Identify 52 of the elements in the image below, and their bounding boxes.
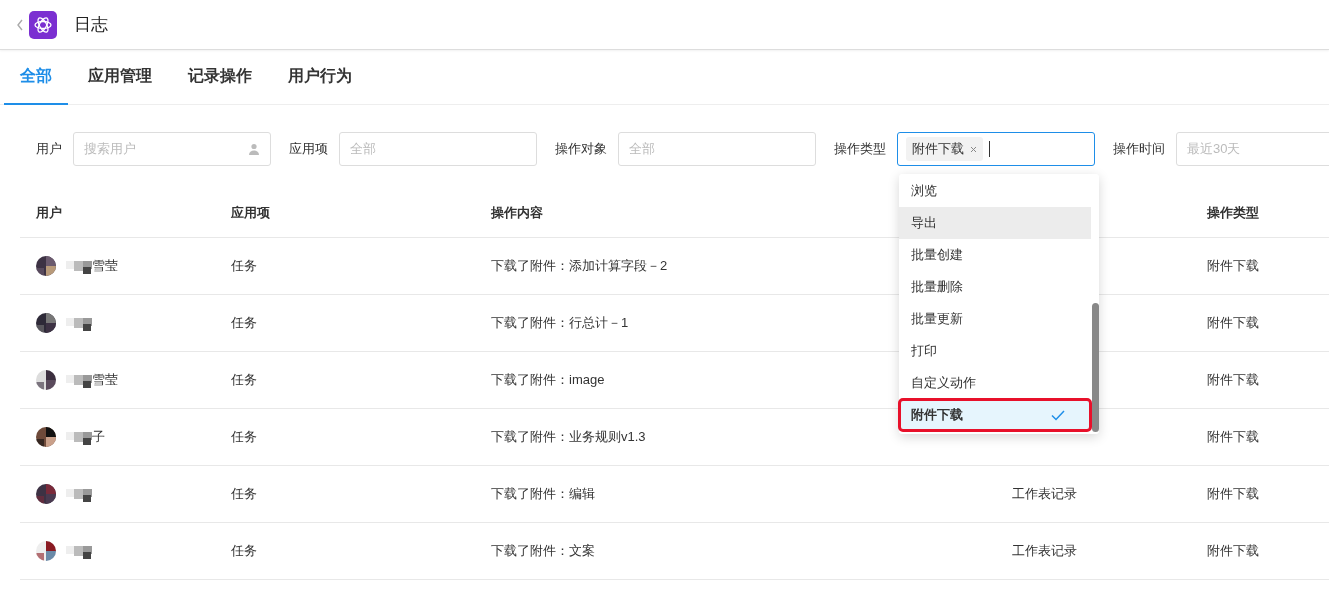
table-cell: 下载了附件：编辑 (491, 485, 595, 503)
table-cell: 任务 (231, 428, 257, 446)
dropdown-option[interactable]: 自定义动作 (899, 367, 1091, 399)
dropdown-option[interactable]: 导出 (899, 207, 1091, 239)
table-cell: 附件下载 (1207, 542, 1259, 560)
back-icon[interactable] (16, 18, 24, 31)
table-cell: 下载了附件：业务规则v1.3 (491, 428, 646, 446)
table-cell: 任务 (231, 314, 257, 332)
filter-label: 应用项 (289, 140, 328, 158)
table-cell: 任务 (231, 371, 257, 389)
tab[interactable]: 记录操作 (172, 50, 268, 105)
user-name: 子 (92, 428, 105, 446)
table-cell: 附件下载 (1207, 257, 1259, 275)
close-icon[interactable] (970, 145, 977, 153)
table-cell: 下载了附件：行总计－1 (491, 314, 629, 332)
tab[interactable]: 应用管理 (72, 50, 168, 105)
user-name: 雪莹 (92, 371, 118, 389)
column-header: 操作内容 (491, 204, 543, 222)
column-header: 应用项 (231, 204, 270, 222)
page-title: 日志 (74, 14, 108, 36)
tab[interactable]: 用户行为 (272, 50, 368, 105)
user-icon (248, 143, 260, 155)
table-cell: 工作表记录 (1012, 485, 1077, 503)
filter-label: 操作类型 (834, 140, 886, 158)
dropdown-option[interactable]: 浏览 (899, 175, 1091, 207)
table-cell: 下载了附件：image (491, 371, 605, 389)
filter-label: 操作对象 (555, 140, 607, 158)
table-cell: 工作表记录 (1012, 542, 1077, 560)
table-cell: 附件下载 (1207, 428, 1259, 446)
table-cell: 附件下载 (1207, 485, 1259, 503)
column-header: 操作类型 (1207, 204, 1259, 222)
table-cell: 附件下载 (1207, 314, 1259, 332)
filter-label: 操作时间 (1113, 140, 1165, 158)
dropdown-option[interactable]: 打印 (899, 335, 1091, 367)
table-cell: 下载了附件：文案 (491, 542, 595, 560)
column-header: 用户 (36, 204, 62, 222)
table-cell: 附件下载 (1207, 371, 1259, 389)
table-cell: 任务 (231, 257, 257, 275)
filter-tag: 附件下载 (906, 137, 983, 161)
user-name: 雪莹 (92, 257, 118, 275)
tag-select-field[interactable]: 附件下载 (897, 132, 1095, 166)
dropdown-option[interactable]: 批量更新 (899, 303, 1091, 335)
dropdown-option[interactable]: 附件下载 (899, 399, 1091, 431)
check-icon (1051, 409, 1065, 421)
filter-label: 用户 (36, 140, 62, 158)
dropdown-option[interactable]: 批量删除 (899, 271, 1091, 303)
dropdown-option[interactable]: 批量创建 (899, 239, 1091, 271)
table-cell: 任务 (231, 542, 257, 560)
scrollbar[interactable] (1092, 303, 1099, 432)
table-cell: 任务 (231, 485, 257, 503)
table-cell: 下载了附件：添加计算字段－2 (491, 257, 668, 275)
app-logo-icon (29, 10, 57, 39)
